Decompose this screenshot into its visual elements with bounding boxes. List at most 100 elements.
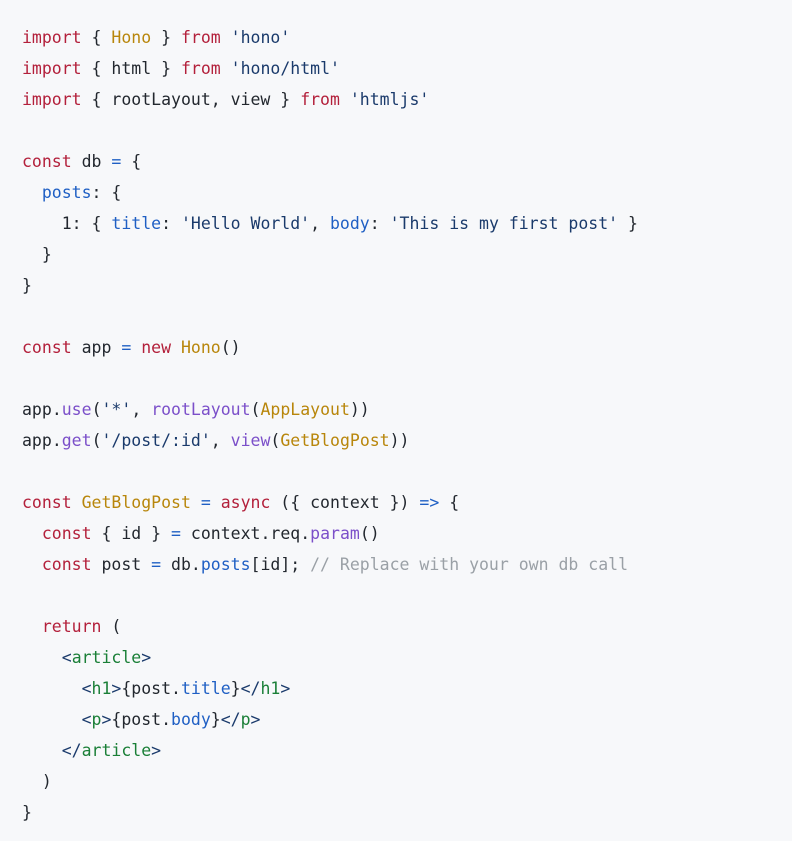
token-keyword: import <box>22 59 82 78</box>
token-punct: . <box>51 431 62 450</box>
token-prop: posts <box>41 183 92 202</box>
token-plain: context <box>180 524 261 543</box>
token-keyword: return <box>41 617 102 636</box>
token-prop: body <box>329 214 370 233</box>
token-string: 'hono' <box>230 28 291 47</box>
token-punct: () <box>359 524 380 543</box>
token-plain: html <box>111 59 152 78</box>
token-punct: . <box>300 524 311 543</box>
token-punct: : <box>369 214 390 233</box>
token-punct: { <box>111 710 122 729</box>
token-bracket: < <box>81 710 92 729</box>
token-punct: )) <box>349 400 370 419</box>
code-line: return ( <box>22 611 792 642</box>
token-punct: ( <box>91 400 102 419</box>
code-line: } <box>22 270 792 301</box>
token-punct: , <box>210 431 231 450</box>
token-operator: = <box>171 524 181 543</box>
token-keyword: async <box>220 493 271 512</box>
code-line: const db = { <box>22 146 792 177</box>
token-punct: . <box>161 710 172 729</box>
token-punct: } <box>151 28 181 47</box>
token-keyword: const <box>41 555 92 574</box>
token-plain: post <box>131 679 172 698</box>
token-punct: . <box>51 400 62 419</box>
code-line: <h1>{post.title}</h1> <box>22 673 792 704</box>
token-operator: = <box>151 555 162 574</box>
token-punct: } <box>618 214 638 233</box>
token-tag: article <box>81 741 152 760</box>
token-punct: ( <box>101 617 122 636</box>
token-keyword: const <box>41 524 92 543</box>
code-line: app.get('/post/:id', view(GetBlogPost)) <box>22 425 792 456</box>
token-plain: app <box>22 400 52 419</box>
token-punct: , <box>310 214 330 233</box>
token-punct: } <box>151 59 181 78</box>
token-punct: ( <box>250 400 261 419</box>
token-operator: = <box>200 493 211 512</box>
token-bracket: </ <box>240 679 261 698</box>
token-func: rootLayout <box>151 400 251 419</box>
token-bracket: > <box>151 741 162 760</box>
token-plain: app <box>22 431 52 450</box>
token-string: 'htmljs' <box>349 90 430 109</box>
token-string: 'hono/html' <box>230 59 340 78</box>
token-punct: ( <box>270 431 281 450</box>
token-func: get <box>61 431 92 450</box>
token-string: '*' <box>101 400 132 419</box>
token-plain: post <box>121 710 162 729</box>
token-punct: ) <box>22 772 52 791</box>
token-punct: : <box>161 214 181 233</box>
token-punct: } <box>22 245 52 264</box>
token-keyword: const <box>22 152 72 171</box>
token-punct: }) <box>379 493 420 512</box>
token-string: '/post/:id' <box>101 431 211 450</box>
token-punct: . <box>171 679 181 698</box>
token-string: 'This is my first post' <box>389 214 619 233</box>
token-bracket: > <box>250 710 261 729</box>
token-plain: post <box>91 555 152 574</box>
token-punct: ({ <box>270 493 311 512</box>
token-plain: app <box>71 338 122 357</box>
token-tag: p <box>91 710 102 729</box>
token-punct: } <box>270 90 301 109</box>
token-plain: context <box>310 493 380 512</box>
token-operator: = <box>121 338 132 357</box>
token-punct: } <box>22 276 32 295</box>
token-punct: { <box>91 524 122 543</box>
code-line: <article> <box>22 642 792 673</box>
token-punct: } <box>22 803 32 822</box>
token-punct: : { <box>71 214 112 233</box>
code-line: import { html } from 'hono/html' <box>22 53 792 84</box>
token-punct: { <box>81 28 112 47</box>
token-punct: { <box>121 679 132 698</box>
token-type: GetBlogPost <box>81 493 191 512</box>
token-func: use <box>61 400 92 419</box>
token-type: GetBlogPost <box>280 431 390 450</box>
token-func: param <box>310 524 360 543</box>
code-line: </article> <box>22 735 792 766</box>
token-tag: article <box>71 648 142 667</box>
token-prop: title <box>111 214 162 233</box>
code-line: const post = db.posts[id]; // Replace wi… <box>22 549 792 580</box>
token-punct: { <box>121 152 142 171</box>
code-line: const GetBlogPost = async ({ context }) … <box>22 487 792 518</box>
token-keyword: import <box>22 28 82 47</box>
code-line: app.use('*', rootLayout(AppLayout)) <box>22 394 792 425</box>
token-plain: 1 <box>22 214 72 233</box>
code-block[interactable]: import { Hono } from 'hono' import { html… <box>0 0 792 828</box>
